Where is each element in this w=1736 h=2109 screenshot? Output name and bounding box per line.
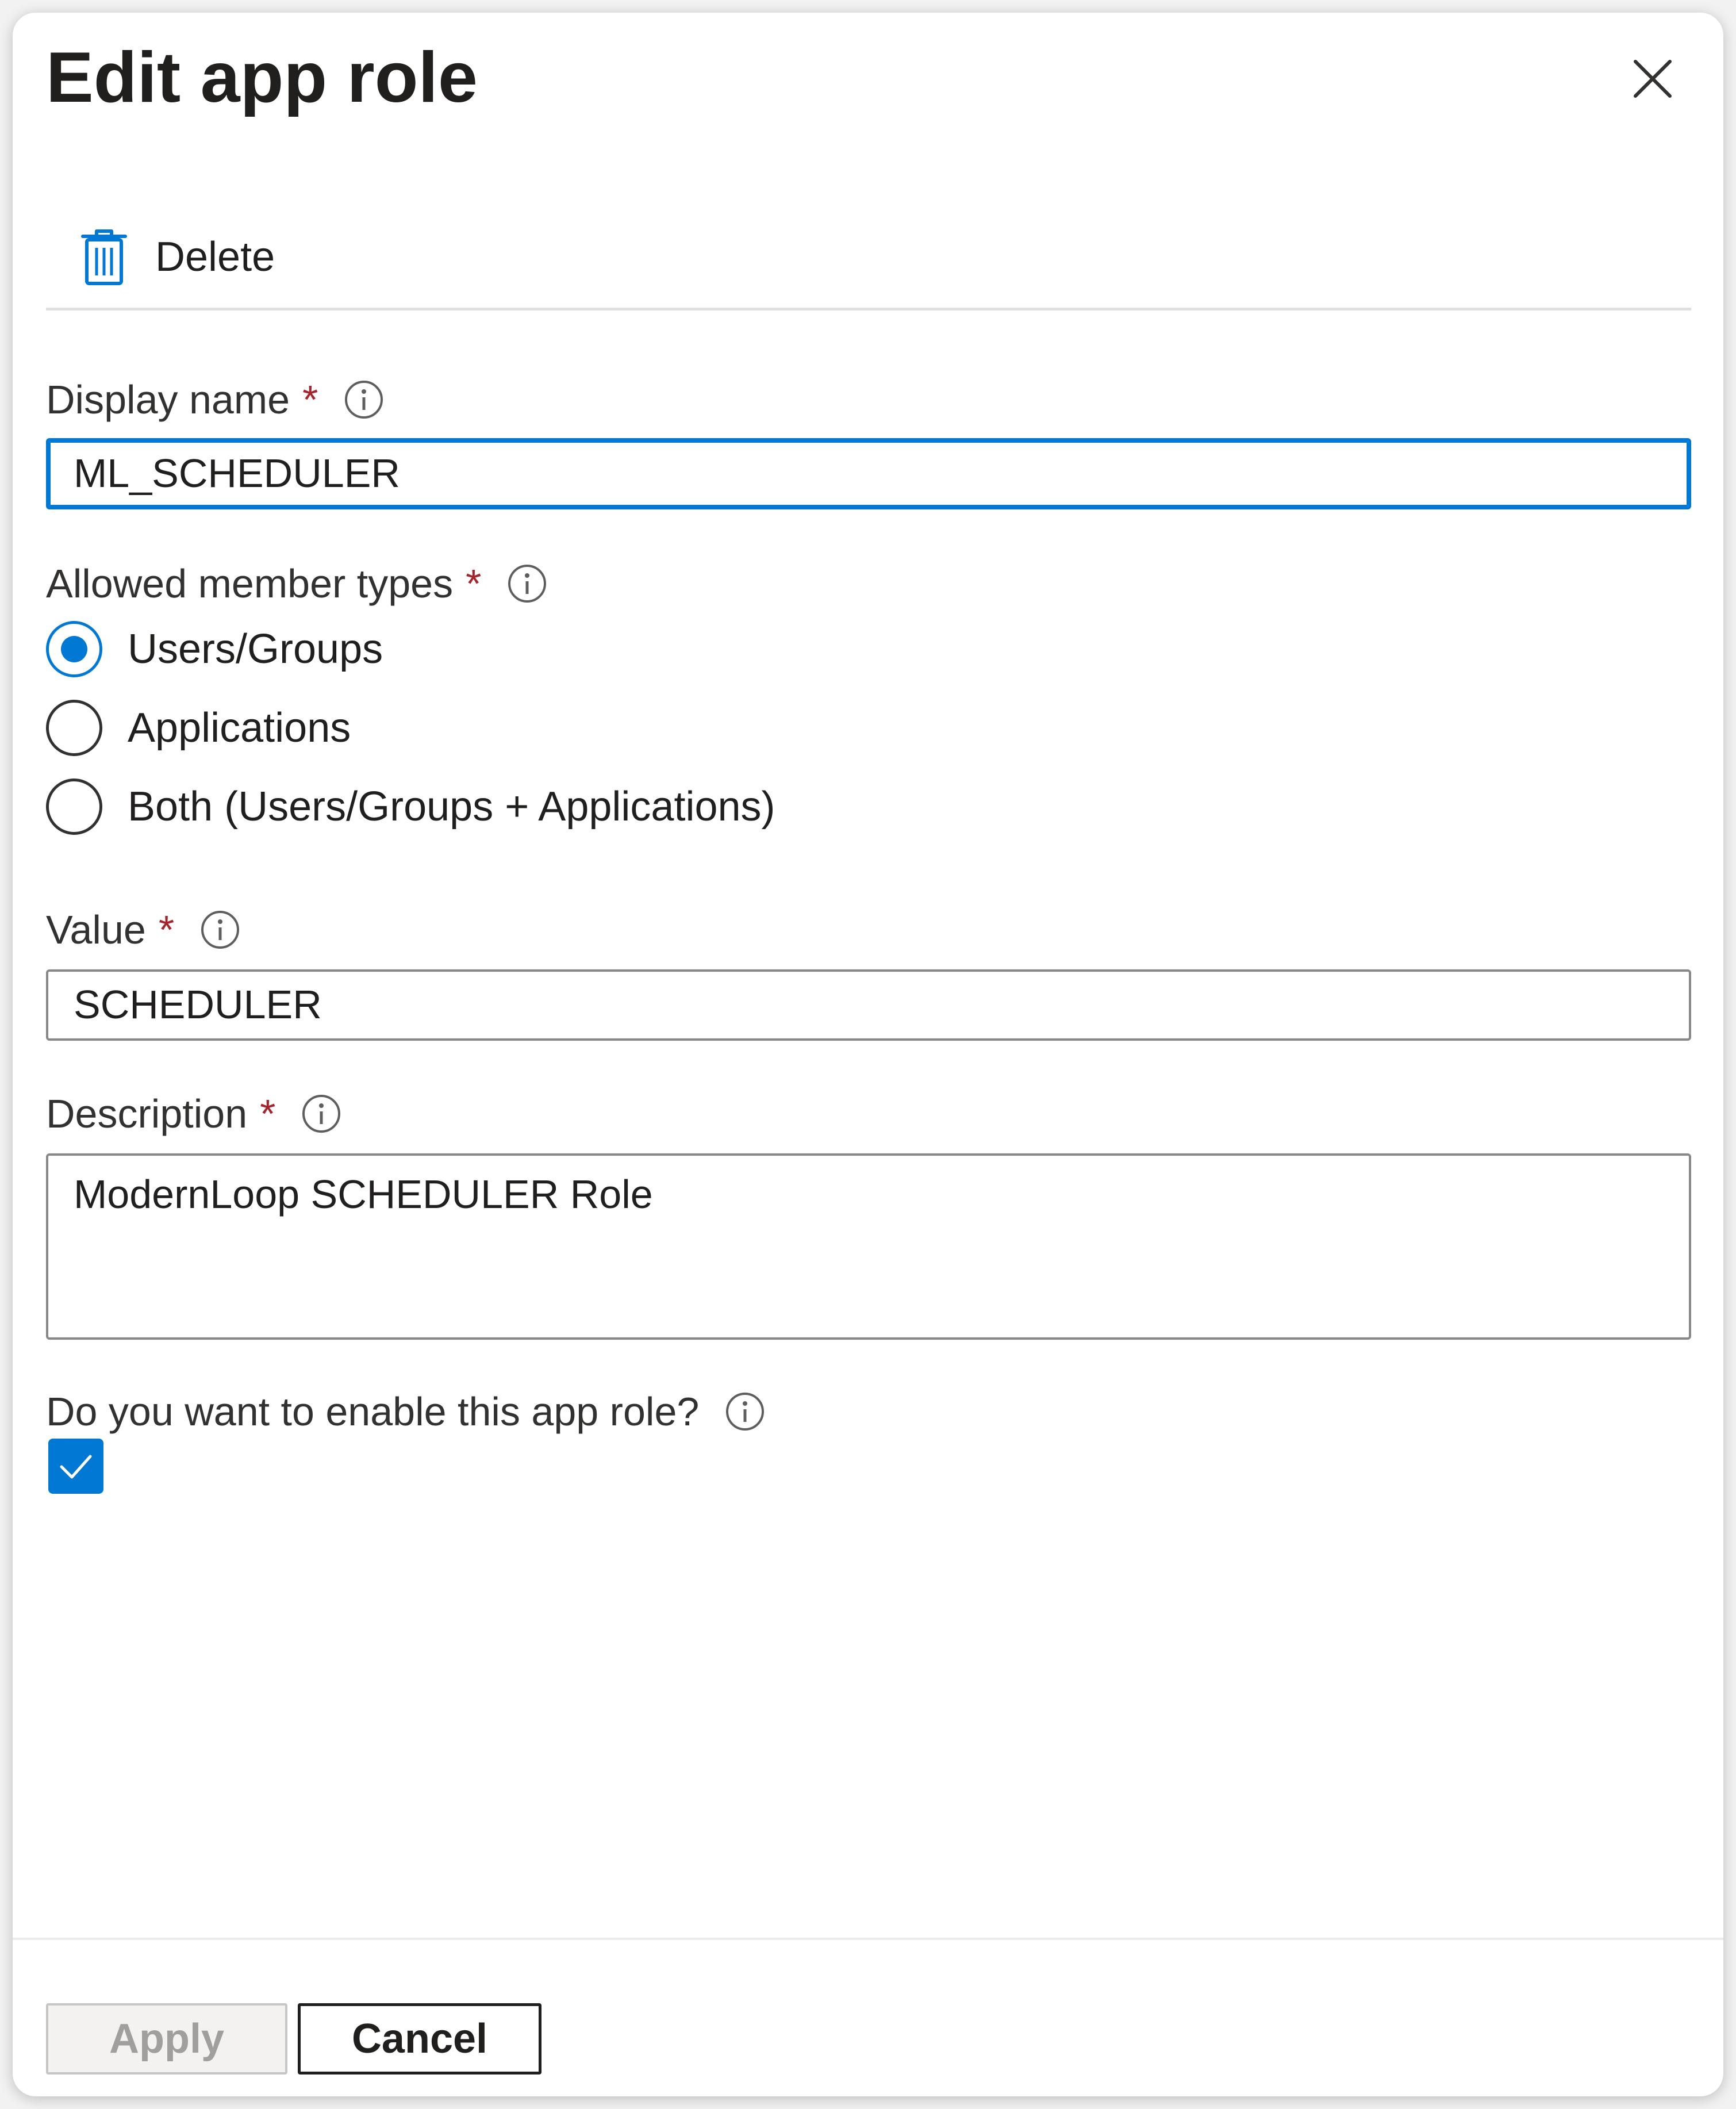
description-textarea[interactable]: ModernLoop SCHEDULER Role <box>46 1153 1691 1340</box>
member-types-label-row: Allowed member types * <box>46 558 548 609</box>
required-asterisk: * <box>260 1091 276 1136</box>
radio-button-checked[interactable] <box>46 621 102 677</box>
delete-button[interactable]: Delete <box>80 220 275 294</box>
radio-label: Both (Users/Groups + Applications) <box>128 784 775 830</box>
description-label: Description <box>46 1091 248 1136</box>
required-asterisk: * <box>466 561 482 606</box>
radio-both[interactable]: Both (Users/Groups + Applications) <box>46 775 775 838</box>
panel-footer: Apply Cancel <box>13 1938 1723 2096</box>
panel-title: Edit app role <box>46 38 478 117</box>
apply-button[interactable]: Apply <box>46 2003 287 2075</box>
value-input[interactable]: SCHEDULER <box>46 969 1691 1041</box>
trash-icon <box>81 229 127 285</box>
radio-button[interactable] <box>46 700 102 756</box>
display-name-input[interactable]: ML_SCHEDULER <box>46 438 1691 509</box>
enable-label-row: Do you want to enable this app role? <box>46 1386 766 1437</box>
value-label: Value <box>46 907 146 952</box>
command-bar: Delete <box>46 208 1691 310</box>
required-asterisk: * <box>302 377 318 422</box>
radio-dot <box>61 636 87 662</box>
enable-label: Do you want to enable this app role? <box>46 1389 700 1434</box>
radio-users-groups[interactable]: Users/Groups <box>46 618 383 681</box>
info-icon[interactable] <box>724 1391 766 1432</box>
required-asterisk: * <box>158 907 175 952</box>
value-label-row: Value * <box>46 904 241 956</box>
radio-label: Applications <box>128 705 351 751</box>
display-name-label: Display name <box>46 377 290 422</box>
radio-button[interactable] <box>46 779 102 835</box>
info-icon[interactable] <box>343 379 385 420</box>
member-types-label: Allowed member types <box>46 561 454 606</box>
checkmark-icon <box>60 1455 92 1479</box>
radio-label: Users/Groups <box>128 626 383 672</box>
info-icon[interactable] <box>199 909 241 950</box>
display-name-label-row: Display name * <box>46 374 385 425</box>
description-label-row: Description * <box>46 1088 342 1140</box>
cancel-button[interactable]: Cancel <box>298 2003 541 2075</box>
radio-applications[interactable]: Applications <box>46 696 351 760</box>
info-icon[interactable] <box>301 1093 342 1134</box>
close-icon <box>1634 60 1672 98</box>
delete-label: Delete <box>155 234 275 280</box>
close-button[interactable] <box>1615 41 1690 116</box>
info-icon[interactable] <box>506 563 548 604</box>
enable-checkbox[interactable] <box>48 1439 103 1494</box>
edit-app-role-panel: Edit app role Delete Display name * ML_S… <box>13 13 1723 2096</box>
